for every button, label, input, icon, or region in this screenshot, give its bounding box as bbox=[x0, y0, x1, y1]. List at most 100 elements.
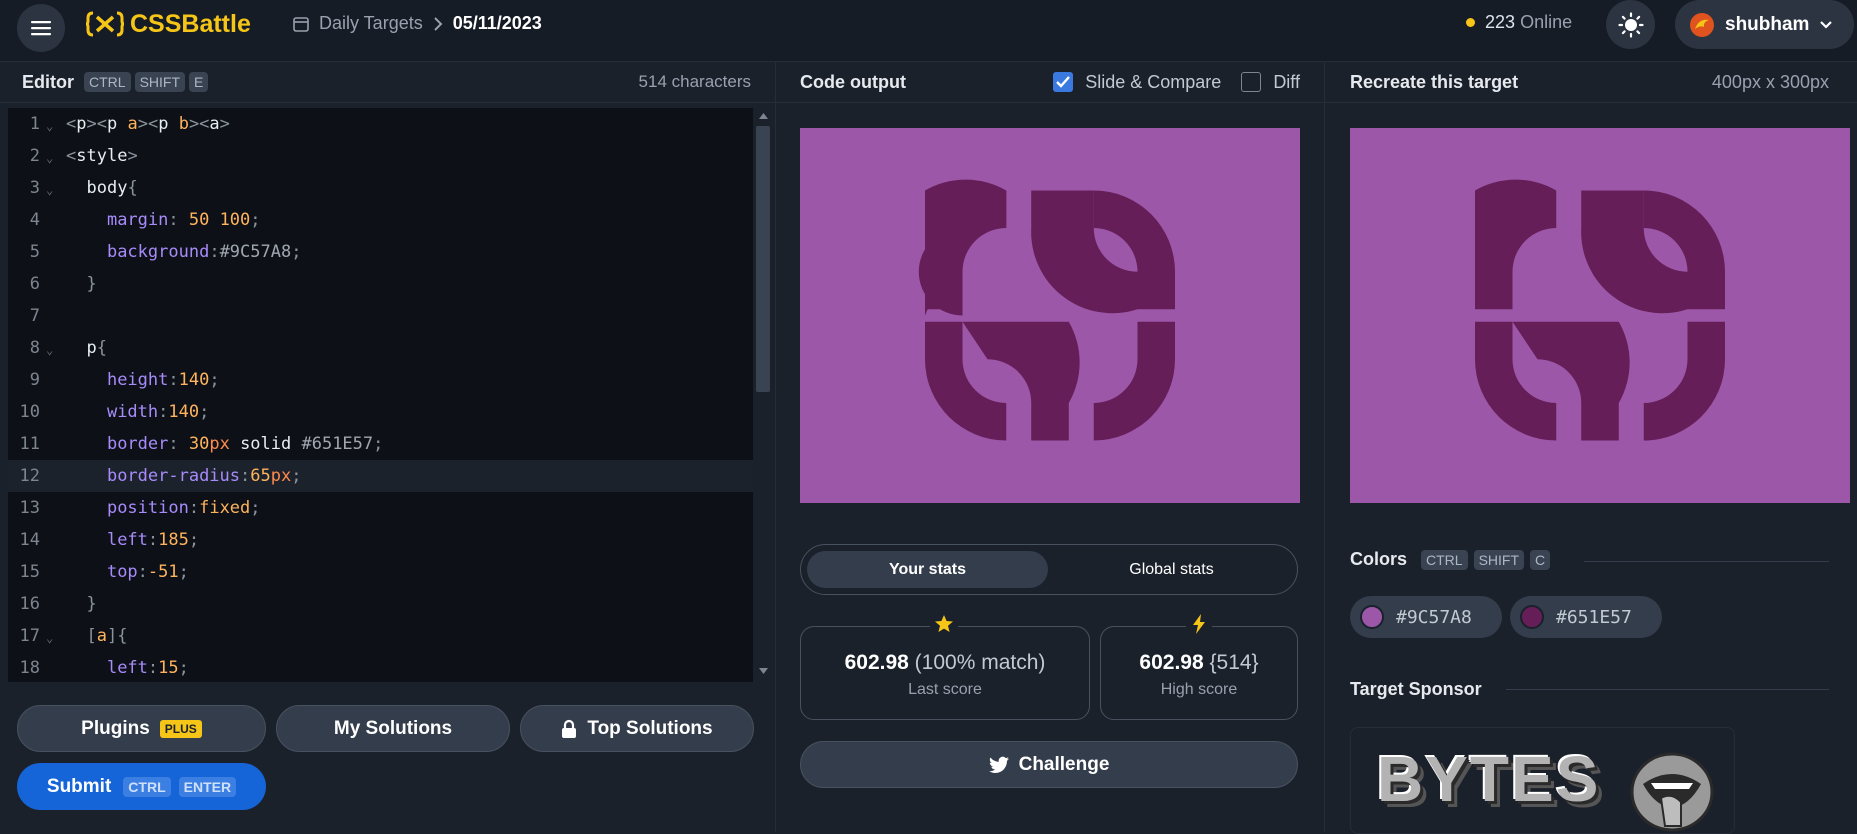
color-dot bbox=[1520, 605, 1544, 629]
plugins-label: Plugins bbox=[81, 717, 150, 739]
breadcrumb: Daily Targets 05/11/2023 bbox=[293, 13, 542, 34]
divider bbox=[1324, 62, 1325, 832]
color-hex: #9C57A8 bbox=[1396, 606, 1472, 628]
target-dimensions: 400px x 300px bbox=[1711, 71, 1829, 92]
code-line[interactable]: 16 } bbox=[8, 588, 753, 620]
output-header: Code output Slide & Compare Diff bbox=[776, 62, 1324, 103]
last-score-value: 602.98 bbox=[844, 651, 909, 674]
tab-global-stats[interactable]: Global stats bbox=[1051, 551, 1292, 588]
code-line[interactable]: 6 } bbox=[8, 268, 753, 300]
online-indicator: 223 Online bbox=[1466, 12, 1572, 33]
code-line[interactable]: 18 left:15; bbox=[8, 652, 753, 682]
scroll-up-icon[interactable] bbox=[759, 113, 768, 119]
calendar-icon bbox=[293, 16, 309, 32]
output-title: Code output bbox=[800, 71, 906, 92]
code-line[interactable]: 2 ⌄ <style> bbox=[8, 140, 753, 172]
colors-header: Colors CTRL SHIFT C bbox=[1350, 549, 1551, 570]
theme-toggle-button[interactable] bbox=[1606, 0, 1655, 49]
tab-your-stats[interactable]: Your stats bbox=[807, 551, 1048, 588]
kbd-e: E bbox=[189, 72, 209, 92]
challenge-button[interactable]: Challenge bbox=[800, 741, 1298, 788]
stats-tabs: Your stats Global stats bbox=[800, 544, 1298, 595]
challenge-label: Challenge bbox=[1018, 753, 1110, 775]
submit-button[interactable]: Submit CTRL ENTER bbox=[17, 763, 266, 810]
sun-icon bbox=[1617, 11, 1644, 38]
checkbox-unchecked-icon[interactable] bbox=[1241, 72, 1262, 92]
high-score-label: High score bbox=[1160, 681, 1238, 698]
top-solutions-button[interactable]: Top Solutions bbox=[520, 705, 754, 752]
color-dot bbox=[1360, 605, 1384, 629]
code-line[interactable]: 13 position:fixed; bbox=[8, 492, 753, 524]
online-label: Online bbox=[1520, 12, 1573, 32]
menu-button[interactable] bbox=[17, 4, 65, 52]
divider bbox=[775, 62, 776, 832]
sponsor-banner[interactable]: BYTES bbox=[1350, 727, 1735, 834]
avatar bbox=[1690, 12, 1714, 37]
color-swatch-button[interactable]: #9C57A8 bbox=[1350, 596, 1502, 638]
lock-icon bbox=[562, 719, 577, 738]
last-score-card: 602.98 (100% match) Last score bbox=[800, 626, 1090, 720]
chevron-right-icon bbox=[434, 16, 443, 31]
plus-badge: PLUS bbox=[159, 719, 202, 738]
my-solutions-label: My Solutions bbox=[333, 717, 453, 739]
code-line[interactable]: 10 width:140; bbox=[8, 396, 753, 428]
code-line[interactable]: 15 top:-51; bbox=[8, 556, 753, 588]
target-header: Recreate this target 400px x 300px bbox=[1325, 62, 1857, 103]
output-canvas[interactable] bbox=[800, 128, 1300, 503]
high-score-value: 602.98 bbox=[1139, 651, 1204, 674]
breadcrumb-section[interactable]: Daily Targets bbox=[319, 13, 423, 34]
top-bar bbox=[0, 0, 1857, 62]
diff-label: Diff bbox=[1273, 71, 1300, 92]
online-dot-icon bbox=[1466, 18, 1475, 27]
color-hex: #651E57 bbox=[1556, 606, 1632, 628]
code-line[interactable]: 3 ⌄ body{ bbox=[8, 172, 753, 204]
kbd-shift: SHIFT bbox=[1473, 549, 1525, 570]
color-swatch-button[interactable]: #651E57 bbox=[1510, 596, 1662, 638]
top-solutions-label: Top Solutions bbox=[587, 717, 713, 739]
code-line[interactable]: 9 height:140; bbox=[8, 364, 753, 396]
char-count: 514 characters bbox=[638, 72, 751, 91]
code-line[interactable]: 5 background:#9C57A8; bbox=[8, 236, 753, 268]
hamburger-icon bbox=[31, 21, 51, 36]
last-score-match: (100% match) bbox=[914, 651, 1046, 674]
code-line-active[interactable]: 12 border-radius:65px; bbox=[8, 460, 753, 492]
editor-header: Editor CTRL SHIFT E 514 characters bbox=[0, 62, 775, 103]
twitter-icon bbox=[988, 756, 1009, 773]
high-score-card: 602.98 {514} High score bbox=[1100, 626, 1298, 720]
sponsor-title: Target Sponsor bbox=[1350, 679, 1482, 699]
output-render bbox=[918, 179, 1175, 441]
diff-toggle[interactable]: Diff bbox=[1241, 72, 1300, 93]
code-line[interactable]: 11 border: 30px solid #651E57; bbox=[8, 428, 753, 460]
section-rule bbox=[1584, 561, 1829, 562]
kbd-shift: SHIFT bbox=[134, 72, 186, 92]
target-canvas[interactable] bbox=[1350, 128, 1850, 503]
plugins-button[interactable]: Plugins PLUS bbox=[17, 705, 266, 752]
code-line[interactable]: 17 ⌄ [a]{ bbox=[8, 620, 753, 652]
my-solutions-button[interactable]: My Solutions bbox=[276, 705, 510, 752]
code-line[interactable]: 8 ⌄ p{ bbox=[8, 332, 753, 364]
online-count: 223 bbox=[1485, 12, 1516, 32]
code-line[interactable]: 14 left:185; bbox=[8, 524, 753, 556]
logo-text: CSSBattle bbox=[130, 9, 251, 38]
star-icon bbox=[930, 614, 958, 636]
logo[interactable]: CSSBattle bbox=[86, 9, 251, 39]
code-line[interactable]: 4 margin: 50 100; bbox=[8, 204, 753, 236]
scroll-down-icon[interactable] bbox=[759, 668, 768, 674]
breadcrumb-date: 05/11/2023 bbox=[452, 13, 542, 33]
target-title: Recreate this target bbox=[1350, 71, 1519, 92]
chevron-down-icon bbox=[1820, 20, 1833, 29]
code-editor[interactable]: 1 ⌄ <p><p a><p b><a> 2 ⌄ <style> 3 ⌄ body{ 4 … bbox=[8, 108, 753, 682]
user-menu-button[interactable]: shubham bbox=[1675, 0, 1854, 49]
sponsor-mouth-icon bbox=[1630, 752, 1714, 832]
editor-title: Editor bbox=[22, 71, 74, 92]
checkbox-checked-icon[interactable] bbox=[1053, 72, 1074, 92]
code-line[interactable]: 1 ⌄ <p><p a><p b><a> bbox=[8, 108, 753, 140]
scrollbar-thumb[interactable] bbox=[756, 126, 770, 392]
slide-compare-toggle[interactable]: Slide & Compare bbox=[1053, 72, 1221, 93]
section-rule bbox=[1506, 689, 1829, 690]
colors-title: Colors bbox=[1350, 549, 1408, 569]
lightning-icon bbox=[1186, 614, 1212, 636]
code-line[interactable]: 7 bbox=[8, 300, 753, 332]
cssbattle-logo-icon bbox=[86, 11, 124, 37]
kbd-enter: ENTER bbox=[178, 776, 237, 797]
